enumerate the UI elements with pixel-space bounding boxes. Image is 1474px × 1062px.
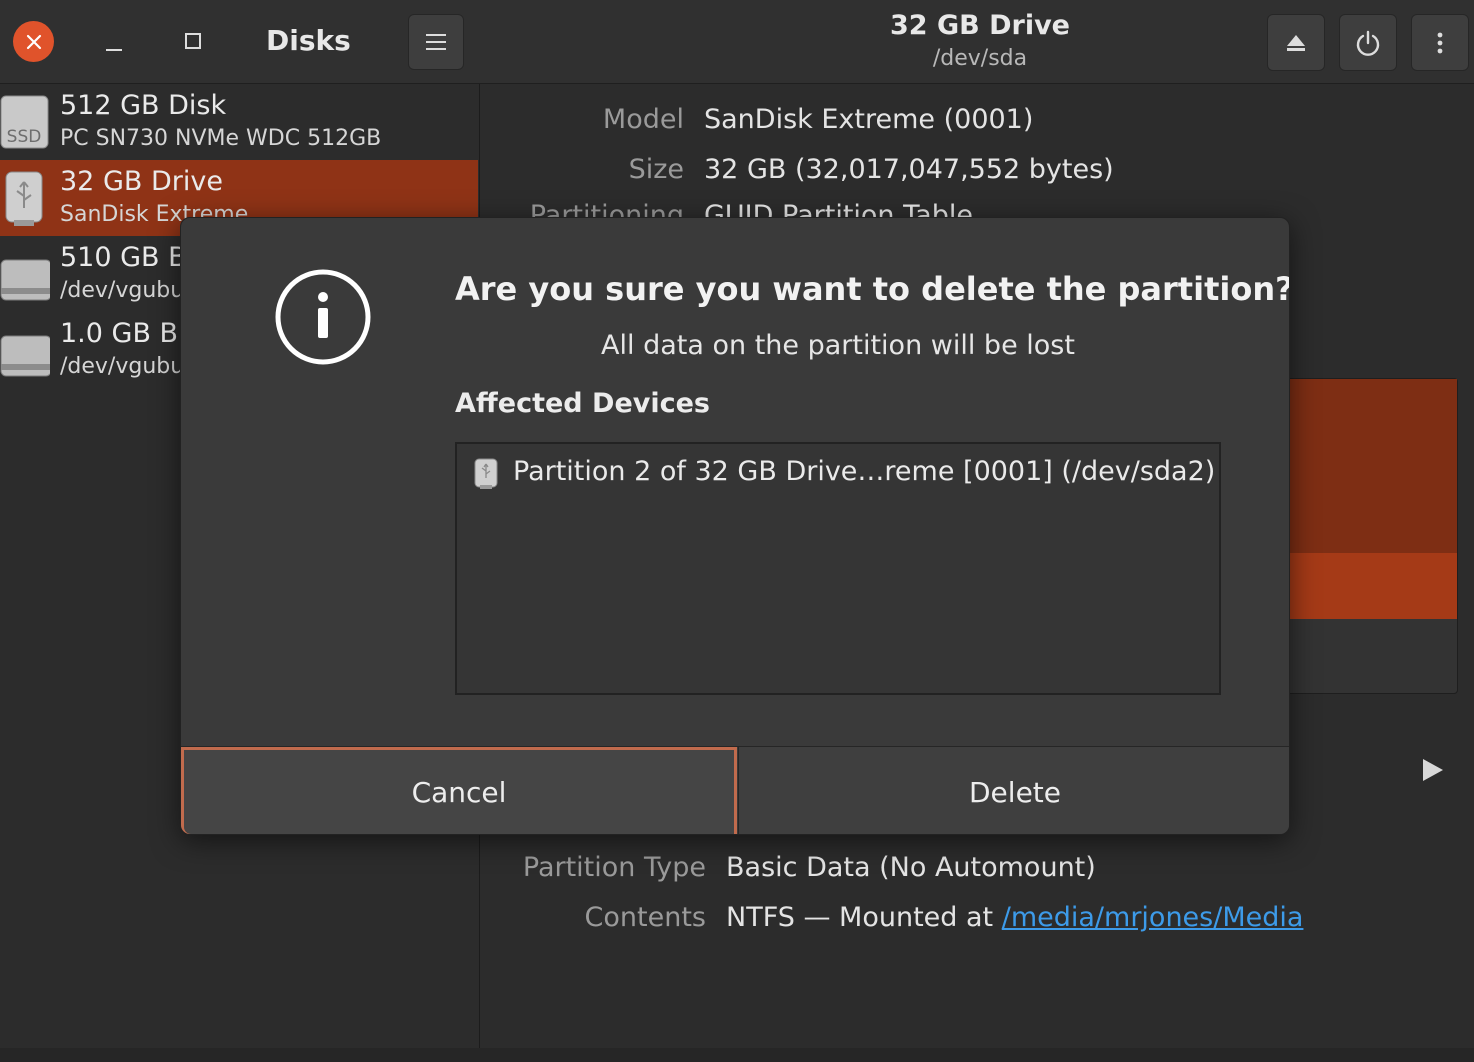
partition-type-value: Basic Data (No Automount) — [726, 852, 1096, 883]
info-icon — [275, 269, 371, 365]
model-label: Model — [602, 104, 684, 135]
scroll-right-icon[interactable] — [1423, 759, 1443, 781]
eject-button[interactable] — [1267, 14, 1325, 71]
size-value: 32 GB (32,017,047,552 bytes) — [704, 154, 1114, 185]
dialog-heading: Are you sure you want to delete the part… — [455, 270, 1290, 308]
drive-list-item[interactable]: SSD 512 GB Disk PC SN730 NVMe WDC 512GB — [0, 84, 478, 160]
model-value: SanDisk Extreme (0001) — [704, 104, 1034, 135]
drive-title: 32 GB Drive — [889, 10, 1070, 41]
drive-name: 32 GB Drive — [60, 166, 223, 197]
disks-window: Disks SSD 512 GB Disk PC SN730 NVMe WDC … — [0, 0, 1474, 1062]
cancel-button[interactable]: Cancel — [181, 747, 737, 834]
dialog-actions: Cancel Delete — [181, 746, 1289, 834]
drive-options-button[interactable] — [1411, 14, 1469, 71]
mount-point-link[interactable]: /media/mrjones/Media — [1002, 902, 1304, 933]
sidebar-header: Disks — [0, 0, 480, 84]
list-item[interactable]: Partition 2 of 32 GB Drive…reme [0001] (… — [471, 456, 1215, 492]
volume-partition-selected[interactable] — [1283, 553, 1457, 781]
close-window-button[interactable] — [13, 21, 54, 62]
drive-description: /dev/vgubu — [60, 278, 185, 303]
maximize-window-button[interactable] — [185, 33, 201, 49]
dialog-message: All data on the partition will be lost — [601, 330, 1075, 361]
minimize-window-button[interactable] — [104, 30, 124, 54]
contents-value: NTFS — Mounted at /media/mrjones/Media — [726, 902, 1303, 933]
power-off-button[interactable] — [1339, 14, 1397, 71]
usb-drive-icon — [5, 171, 43, 226]
close-icon — [26, 34, 41, 49]
affected-device-label: Partition 2 of 32 GB Drive…reme [0001] (… — [513, 456, 1216, 487]
drive-name: 1.0 GB Bl — [60, 318, 186, 349]
contents-label: Contents — [584, 902, 706, 933]
app-menu-button[interactable] — [408, 14, 464, 70]
more-vertical-icon — [1437, 32, 1443, 53]
drive-device-path: /dev/sda — [932, 46, 1028, 71]
hamburger-menu-icon — [426, 34, 446, 50]
size-label: Size — [628, 154, 684, 185]
bottom-bar — [0, 1048, 1474, 1062]
partition-type-label: Partition Type — [522, 852, 706, 883]
block-device-icon — [0, 335, 50, 377]
power-icon — [1356, 30, 1380, 56]
drive-description: /dev/vgubu — [60, 354, 185, 379]
affected-devices-heading: Affected Devices — [455, 388, 710, 419]
drive-description: PC SN730 NVMe WDC 512GB — [60, 126, 382, 151]
volume-partition[interactable] — [1283, 379, 1457, 553]
block-device-icon — [0, 259, 50, 301]
svg-text:SSD: SSD — [7, 127, 42, 147]
volume-map — [1282, 378, 1458, 781]
app-title: Disks — [266, 24, 351, 57]
main-header: 32 GB Drive /dev/sda — [480, 0, 1474, 84]
eject-icon — [1287, 34, 1305, 51]
ssd-icon: SSD — [0, 95, 49, 149]
usb-drive-icon — [474, 458, 498, 489]
drive-name: 510 GB B — [60, 242, 187, 273]
contents-text: NTFS — Mounted at — [726, 902, 994, 933]
drive-name: 512 GB Disk — [60, 90, 227, 121]
delete-partition-dialog: Are you sure you want to delete the part… — [180, 217, 1290, 835]
affected-devices-list[interactable]: Partition 2 of 32 GB Drive…reme [0001] (… — [455, 442, 1221, 695]
delete-button[interactable]: Delete — [738, 747, 1289, 834]
